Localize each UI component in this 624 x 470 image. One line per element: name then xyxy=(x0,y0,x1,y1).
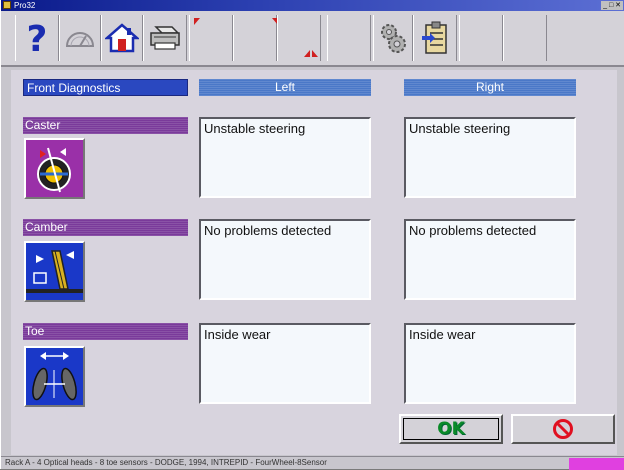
clipboard-icon xyxy=(422,21,447,54)
cancel-button[interactable] xyxy=(511,414,615,444)
app-icon xyxy=(3,1,11,9)
clipboard-button[interactable] xyxy=(413,15,457,61)
window-controls[interactable]: _ □ ✕ xyxy=(601,1,623,10)
caster-right-box: Unstable steering xyxy=(404,117,576,198)
printer-icon xyxy=(150,26,180,50)
app-window: Pro32 _ □ ✕ ? Front Diagnostics Left Rig… xyxy=(0,0,624,470)
red-corner-marker xyxy=(194,18,200,25)
red-bottom-marker xyxy=(304,50,318,57)
status-text: Rack A - 4 Optical heads - 8 toe sensors… xyxy=(5,458,327,467)
ok-label: OK xyxy=(437,419,465,439)
caster-icon[interactable] xyxy=(24,138,85,199)
camber-left-box: No problems detected xyxy=(199,219,371,300)
gauge-button[interactable] xyxy=(59,15,101,61)
camber-icon[interactable] xyxy=(24,241,85,302)
svg-text:?: ? xyxy=(27,19,48,57)
cancel-icon xyxy=(553,419,573,439)
status-indicator xyxy=(569,458,624,470)
title-bar: Pro32 _ □ ✕ xyxy=(1,0,624,11)
left-column-header: Left xyxy=(199,79,371,96)
window-title: Pro32 xyxy=(14,1,36,10)
section-title: Front Diagnostics xyxy=(23,79,188,96)
ok-button[interactable]: OK xyxy=(399,414,503,444)
status-bar: Rack A - 4 Optical heads - 8 toe sensors… xyxy=(1,456,624,470)
home-button[interactable] xyxy=(101,15,143,61)
toe-left-box: Inside wear xyxy=(199,323,371,404)
print-button[interactable] xyxy=(143,15,187,61)
diagnostics-panel: Front Diagnostics Left Right Caster Unst… xyxy=(11,70,617,455)
settings-button[interactable] xyxy=(373,15,413,61)
camber-label: Camber xyxy=(23,219,188,236)
help-button[interactable]: ? xyxy=(15,15,59,61)
toe-right-box: Inside wear xyxy=(404,323,576,404)
toolbar-slot-5[interactable] xyxy=(459,15,503,61)
gears-icon xyxy=(381,24,406,53)
home-icon xyxy=(105,23,139,53)
toolbar-slot-3[interactable] xyxy=(277,15,321,61)
toolbar: ? xyxy=(1,11,624,67)
toe-icon[interactable] xyxy=(24,346,85,407)
toolbar-slot-6[interactable] xyxy=(503,15,547,61)
camber-right-box: No problems detected xyxy=(404,219,576,300)
caster-label: Caster xyxy=(23,117,188,134)
caster-left-box: Unstable steering xyxy=(199,117,371,198)
toe-label: Toe xyxy=(23,323,188,340)
question-icon: ? xyxy=(27,19,48,57)
right-column-header: Right xyxy=(404,79,576,96)
toolbar-slot-1[interactable] xyxy=(189,15,233,61)
toolbar-slot-4[interactable] xyxy=(327,15,371,61)
toolbar-slot-2[interactable] xyxy=(233,15,278,61)
gauge-icon xyxy=(65,32,95,47)
